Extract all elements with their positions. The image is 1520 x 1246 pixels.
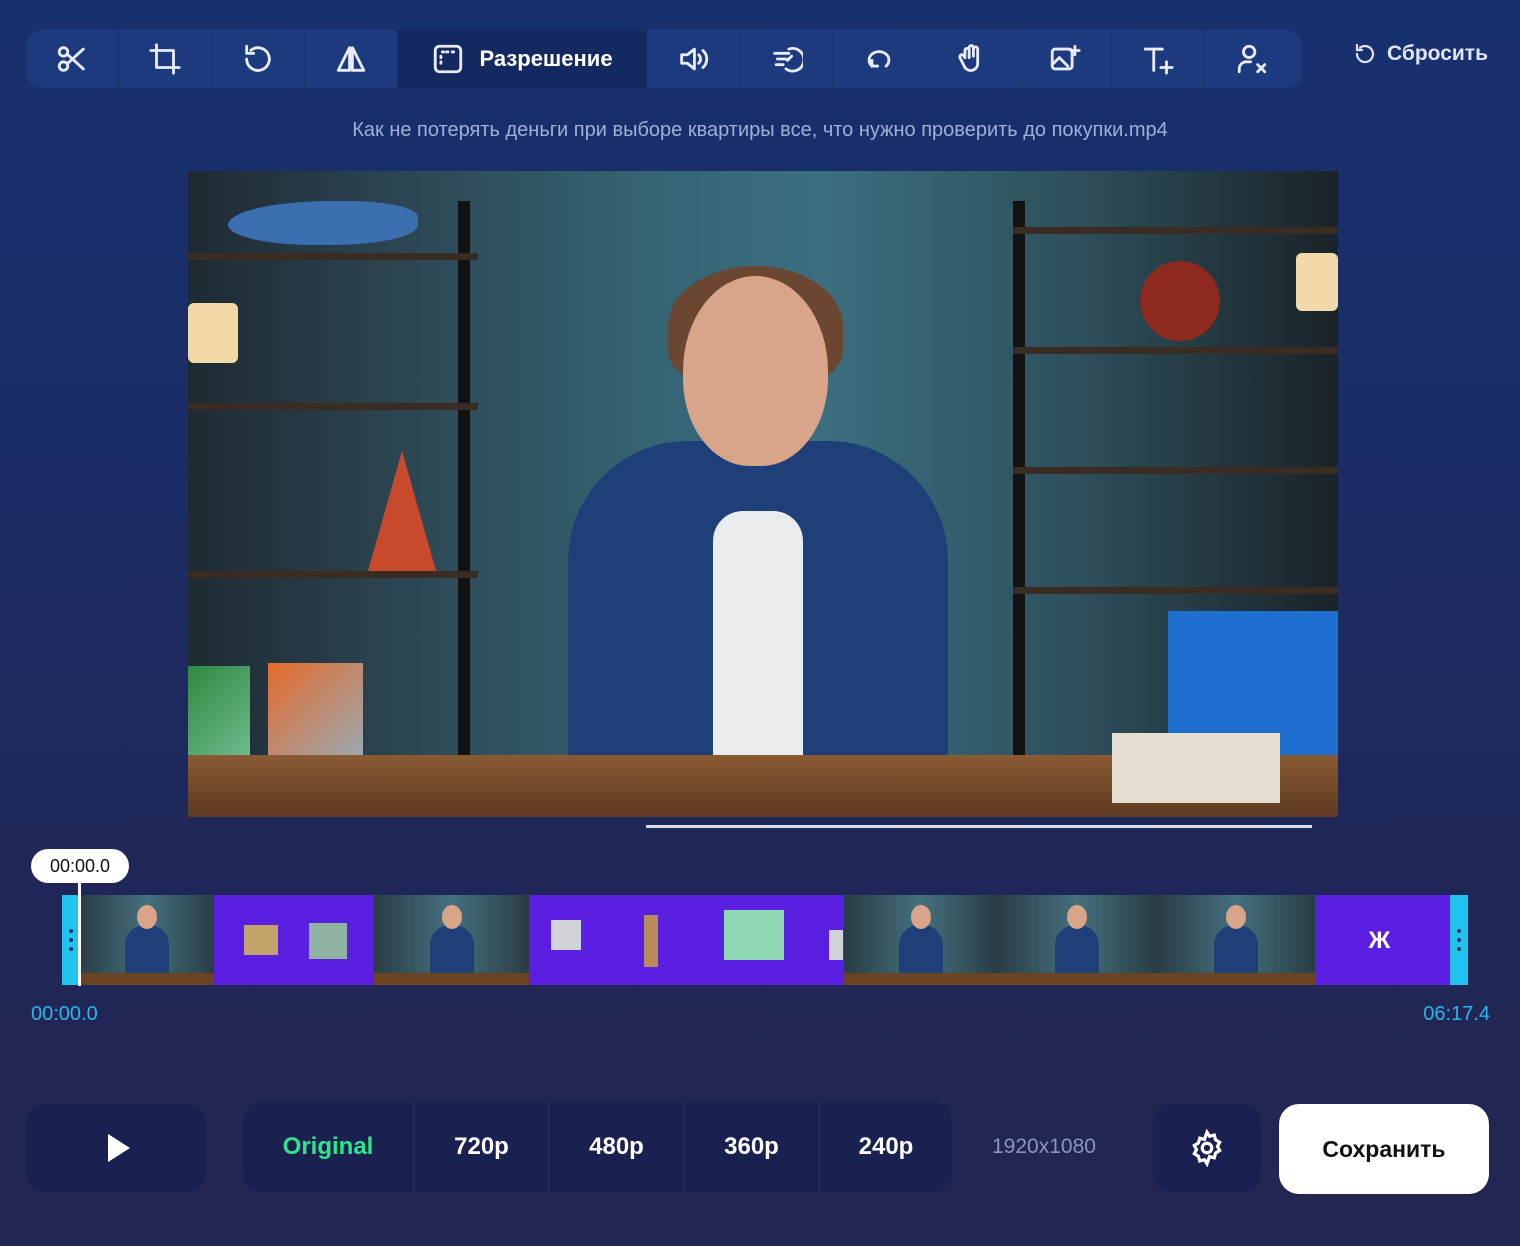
video-preview[interactable]	[188, 171, 1338, 817]
shelf	[1013, 587, 1338, 594]
shelf	[188, 253, 478, 260]
flip-icon	[336, 46, 366, 72]
shelf	[188, 403, 478, 410]
volume-icon	[680, 47, 709, 71]
add-text-icon	[1143, 47, 1174, 75]
timeline-thumbnail	[997, 895, 1157, 985]
video-progress-line	[646, 825, 1312, 828]
add-image-icon	[1050, 44, 1081, 71]
play-icon	[108, 1134, 130, 1162]
output-dimensions: 1920x1080	[992, 1135, 1096, 1158]
loop-tool-button[interactable]	[833, 30, 926, 88]
playhead[interactable]	[78, 880, 81, 986]
lamp	[188, 303, 238, 363]
loop-icon	[867, 50, 891, 68]
timeline-thumbnail	[529, 895, 844, 985]
traffic-cone	[368, 451, 436, 571]
lamp	[1296, 253, 1338, 311]
resolution-option-720p[interactable]: 720p	[415, 1102, 550, 1192]
shelf-post	[458, 201, 470, 771]
add-text-tool-button[interactable]	[1112, 30, 1205, 88]
resolution-option-480p[interactable]: 480p	[550, 1102, 685, 1192]
shelf	[1013, 227, 1338, 234]
shelf-post	[1013, 201, 1025, 771]
remove-person-tool-button[interactable]	[1205, 30, 1298, 88]
speed-icon	[773, 47, 803, 73]
crop-tool-button[interactable]	[119, 30, 212, 88]
crop-icon	[149, 43, 181, 75]
brand-logo-icon: Ж	[1368, 927, 1391, 954]
reset-icon	[1355, 43, 1375, 64]
speed-tool-button[interactable]	[740, 30, 833, 88]
stabilize-tool-button[interactable]	[926, 30, 1019, 88]
basketball	[1140, 261, 1220, 341]
resolution-option-360p[interactable]: 360p	[685, 1102, 820, 1192]
timeline-thumbnail	[214, 895, 374, 985]
scissors-icon	[57, 46, 85, 72]
settings-button[interactable]	[1153, 1104, 1261, 1192]
timeline-thumbnail	[374, 895, 529, 985]
timeline-thumbnail: Ж	[1315, 895, 1450, 985]
video-filename: Как не потерять деньги при выборе кварти…	[352, 119, 1168, 141]
rotate-icon	[245, 44, 271, 72]
cut-tool-button[interactable]	[26, 30, 119, 88]
flip-tool-button[interactable]	[305, 30, 398, 88]
current-time-bubble: 00:00.0	[31, 849, 129, 883]
resolution-option-original[interactable]: Original	[243, 1102, 415, 1192]
stabilize-icon	[958, 44, 980, 72]
presenter-face	[683, 276, 828, 466]
shelf	[1013, 347, 1338, 354]
timeline-thumbnail	[844, 895, 997, 985]
remove-person-icon	[1237, 44, 1266, 74]
play-button[interactable]	[26, 1104, 206, 1192]
resolution-tool-button[interactable]: Разрешение	[398, 30, 647, 88]
save-button[interactable]: Сохранить	[1279, 1104, 1489, 1194]
timeline-strip[interactable]: Ж	[62, 895, 1468, 985]
rotate-tool-button[interactable]	[212, 30, 305, 88]
resolution-tool-label: Разрешение	[479, 46, 613, 71]
timeline-end-time: 06:17.4	[1423, 1003, 1490, 1025]
editor-toolbar: Разрешение	[26, 30, 1302, 88]
reset-label: Сбросить	[1386, 42, 1488, 65]
add-image-tool-button[interactable]	[1019, 30, 1112, 88]
resolution-icon	[434, 44, 463, 74]
resolution-option-240p[interactable]: 240p	[820, 1102, 952, 1192]
reset-button[interactable]: Сбросить	[1353, 42, 1488, 66]
shelf	[1013, 467, 1338, 474]
gear-icon	[1192, 1129, 1222, 1167]
shelf	[188, 571, 478, 578]
volume-tool-button[interactable]	[647, 30, 740, 88]
dolphin-figure	[228, 201, 418, 245]
presenter-shirt	[713, 511, 803, 761]
timeline-thumbnail	[1157, 895, 1315, 985]
timeline-start-time: 00:00.0	[31, 1003, 98, 1025]
trim-handle-right[interactable]	[1450, 895, 1468, 985]
building-model	[1112, 733, 1280, 803]
resolution-options: Original 720p 480p 360p 240p	[243, 1102, 952, 1192]
timeline-thumbnail	[80, 895, 214, 985]
